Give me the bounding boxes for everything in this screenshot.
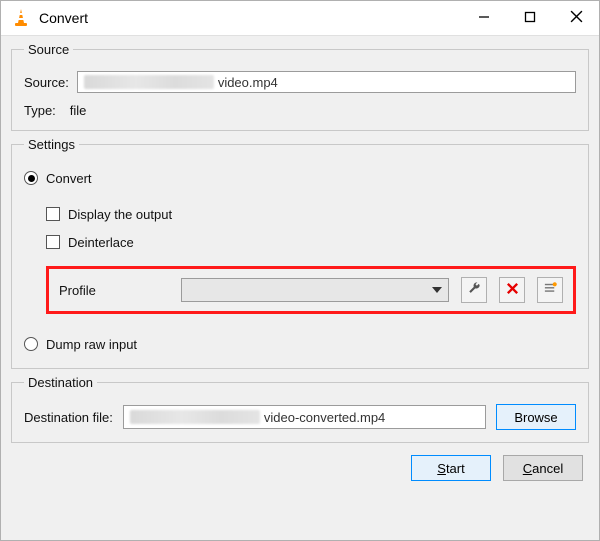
start-button-label: Start — [437, 461, 464, 476]
window-title: Convert — [39, 10, 461, 26]
chevron-down-icon — [432, 287, 442, 293]
redacted-dest-prefix — [130, 410, 260, 424]
display-output-checkbox[interactable] — [46, 207, 60, 221]
source-row: Source: video.mp4 — [24, 71, 576, 93]
maximize-icon — [524, 10, 536, 26]
convert-radio-row[interactable]: Convert — [24, 166, 576, 190]
destination-filename-suffix: video-converted.mp4 — [264, 410, 385, 425]
settings-legend: Settings — [24, 137, 79, 152]
source-group: Source Source: video.mp4 Type: file — [11, 42, 589, 131]
cancel-button[interactable]: Cancel — [503, 455, 583, 481]
convert-radio-label: Convert — [46, 171, 92, 186]
destination-input[interactable]: video-converted.mp4 — [123, 405, 486, 429]
destination-group: Destination Destination file: video-conv… — [11, 375, 589, 443]
display-output-row[interactable]: Display the output — [46, 202, 576, 226]
convert-options: Display the output Deinterlace Profile — [46, 202, 576, 328]
minimize-button[interactable] — [461, 1, 507, 35]
destination-legend: Destination — [24, 375, 97, 390]
convert-window: Convert — [0, 0, 600, 541]
wrench-icon — [467, 281, 482, 299]
type-row: Type: file — [24, 103, 576, 118]
titlebar: Convert — [1, 1, 599, 36]
destination-row: Destination file: video-converted.mp4 Br… — [24, 404, 576, 430]
source-label: Source: — [24, 75, 69, 90]
type-label: Type: — [24, 103, 56, 118]
edit-profile-button[interactable] — [461, 277, 487, 303]
dump-raw-radio-label: Dump raw input — [46, 337, 137, 352]
profile-row-highlight: Profile — [46, 266, 576, 314]
deinterlace-label: Deinterlace — [68, 235, 134, 250]
client-area: Source Source: video.mp4 Type: file Sett… — [1, 36, 599, 540]
window-controls — [461, 1, 599, 35]
delete-x-icon — [505, 281, 520, 299]
convert-radio[interactable] — [24, 171, 38, 185]
source-input[interactable]: video.mp4 — [77, 71, 576, 93]
profile-label: Profile — [59, 283, 169, 298]
maximize-button[interactable] — [507, 1, 553, 35]
deinterlace-checkbox[interactable] — [46, 235, 60, 249]
type-value: file — [70, 103, 87, 118]
close-button[interactable] — [553, 1, 599, 35]
browse-button-label: Browse — [514, 410, 557, 425]
delete-profile-button[interactable] — [499, 277, 525, 303]
new-profile-button[interactable] — [537, 277, 563, 303]
browse-button[interactable]: Browse — [496, 404, 576, 430]
dump-raw-radio-row[interactable]: Dump raw input — [24, 332, 576, 356]
profile-dropdown[interactable] — [181, 278, 449, 302]
start-button[interactable]: Start — [411, 455, 491, 481]
redacted-path-prefix — [84, 75, 214, 89]
source-legend: Source — [24, 42, 73, 57]
settings-group: Settings Convert Display the output Dein… — [11, 137, 589, 369]
cancel-button-label: Cancel — [523, 461, 563, 476]
source-filename-suffix: video.mp4 — [218, 75, 278, 90]
display-output-label: Display the output — [68, 207, 172, 222]
destination-label: Destination file: — [24, 410, 113, 425]
close-icon — [570, 10, 583, 26]
dialog-footer: Start Cancel — [11, 449, 589, 481]
deinterlace-row[interactable]: Deinterlace — [46, 230, 576, 254]
vlc-cone-icon — [11, 8, 31, 28]
minimize-icon — [478, 10, 490, 26]
list-add-icon — [543, 281, 558, 299]
dump-raw-radio[interactable] — [24, 337, 38, 351]
